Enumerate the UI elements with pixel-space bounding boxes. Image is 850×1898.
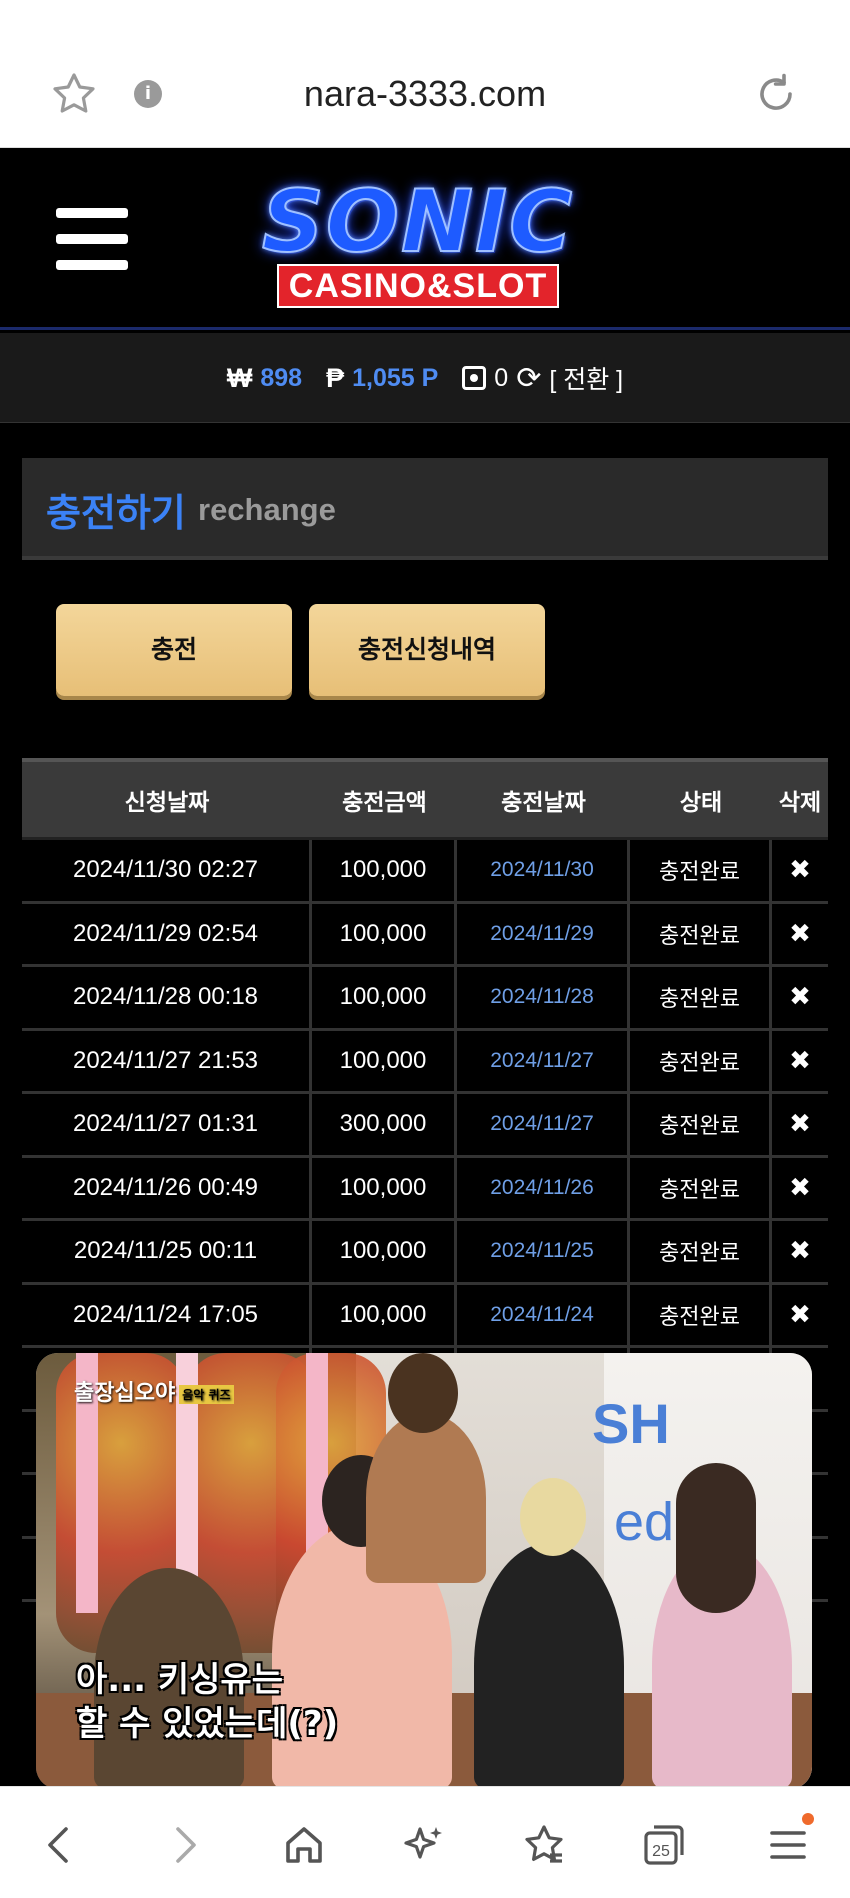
site-logo[interactable]: SONIC CASINO&SLOT [228, 172, 608, 308]
table-header-row: 신청날짜 충전금액 충전날짜 상태 삭제 [22, 762, 828, 840]
background-sign-text: SH [592, 1392, 670, 1455]
charge-button[interactable]: 충전 [56, 604, 292, 696]
charge-date-cell[interactable]: 2024/11/27 [490, 1112, 594, 1136]
notification-dot [802, 1813, 814, 1825]
table-row: 2024/11/29 02:54 100,000 2024/11/29 충전완료 ✖ [22, 903, 828, 967]
request-date-cell: 2024/11/28 00:18 [72, 983, 259, 1011]
status-cell: 충전완료 [659, 860, 740, 886]
charge-date-cell[interactable]: 2024/11/24 [490, 1303, 594, 1327]
request-date-cell: 2024/11/25 00:11 [73, 1237, 258, 1265]
header-delete: 삭제 [778, 789, 822, 816]
delete-icon[interactable]: ✖ [789, 1046, 811, 1076]
balance-bar: ₩ 898 ₱ 1,055 P 0 ⟳ [ 전환 ] [0, 333, 850, 423]
amount-cell: 100,000 [339, 856, 427, 884]
request-date-cell: 2024/11/27 21:53 [72, 1046, 259, 1074]
person [474, 1543, 624, 1789]
delete-icon[interactable]: ✖ [789, 1173, 811, 1203]
won-value: 898 [260, 363, 303, 392]
channel-logo: 출장십오야 음악 퀴즈 [74, 1375, 234, 1407]
header-charge-date: 충전날짜 [501, 789, 586, 816]
svg-text:25: 25 [652, 1843, 670, 1860]
home-icon[interactable] [276, 1817, 332, 1873]
request-date-cell: 2024/11/29 02:54 [72, 919, 259, 947]
table-row: 2024/11/28 00:18 100,000 2024/11/28 충전완료 ✖ [22, 967, 828, 1031]
forward-icon[interactable] [156, 1817, 212, 1873]
won-balance: ₩ 898 [227, 363, 302, 394]
charge-date-cell[interactable]: 2024/11/28 [490, 985, 594, 1009]
background-sign-text: ed [614, 1492, 675, 1552]
won-icon: ₩ [226, 362, 253, 393]
delete-icon[interactable]: ✖ [789, 855, 811, 885]
site-header: SONIC CASINO&SLOT [0, 148, 850, 330]
chip-icon [462, 366, 487, 390]
person [366, 1413, 486, 1583]
delete-icon[interactable]: ✖ [789, 1300, 811, 1330]
amount-cell: 100,000 [339, 1300, 427, 1328]
delete-icon[interactable]: ✖ [789, 982, 811, 1012]
status-cell: 충전완료 [659, 987, 740, 1013]
header-status: 상태 [679, 789, 723, 816]
request-date-cell: 2024/11/24 17:05 [72, 1300, 259, 1328]
table-row: 2024/11/24 17:05 100,000 2024/11/24 충전완료 ✖ [22, 1284, 828, 1348]
amount-cell: 300,000 [339, 1110, 427, 1138]
floating-video-player[interactable]: SH ed 출장십오야 음악 퀴즈 아... 키싱유는 할 수 있었는데(?) [36, 1353, 812, 1789]
status-cell: 충전완료 [659, 923, 740, 949]
table-row: 2024/11/27 01:31 300,000 2024/11/27 충전완료 ✖ [22, 1094, 828, 1158]
page: i nara-3333.com SONIC CASINO&SLOT ₩ 898 … [0, 0, 850, 1898]
video-caption: 아... 키싱유는 할 수 있었는데(?) [76, 1660, 339, 1744]
point-balance: ₱ 1,055 P [326, 363, 438, 394]
channel-tag: 음악 퀴즈 [179, 1384, 234, 1404]
amount-cell: 100,000 [339, 983, 427, 1011]
logo-main-text: SONIC [261, 172, 575, 272]
charge-date-cell[interactable]: 2024/11/25 [490, 1239, 594, 1263]
menu-hamburger-icon[interactable] [56, 208, 128, 270]
browser-address-bar: i nara-3333.com [0, 0, 850, 148]
back-icon[interactable] [32, 1817, 88, 1873]
url-text[interactable]: nara-3333.com [0, 70, 850, 118]
charge-date-cell[interactable]: 2024/11/26 [490, 1176, 594, 1200]
section-subtitle: rechange [198, 492, 336, 527]
tabs-icon[interactable]: 25 [636, 1817, 692, 1873]
chip-value: 0 [494, 363, 509, 392]
browser-bottom-nav: 25 [0, 1786, 850, 1898]
charge-date-cell[interactable]: 2024/11/27 [490, 1049, 594, 1073]
logo-sub-text: CASINO&SLOT [276, 264, 560, 308]
amount-cell: 100,000 [339, 919, 427, 947]
convert-button[interactable]: [ 전환 ] [549, 360, 623, 396]
delete-icon[interactable]: ✖ [789, 1109, 811, 1139]
ai-sparkle-icon[interactable] [396, 1817, 452, 1873]
header-amount: 충전금액 [342, 789, 427, 816]
charge-date-cell[interactable]: 2024/11/29 [490, 922, 594, 946]
header-request-date: 신청날짜 [124, 789, 210, 816]
status-cell: 충전완료 [659, 1177, 740, 1203]
status-cell: 충전완료 [659, 1114, 740, 1140]
status-cell: 충전완료 [659, 1304, 740, 1330]
request-date-cell: 2024/11/27 01:31 [72, 1110, 259, 1138]
reload-icon[interactable] [752, 70, 800, 118]
table-row: 2024/11/25 00:11 100,000 2024/11/25 충전완료 ✖ [22, 1221, 828, 1285]
status-cell: 충전완료 [659, 1050, 740, 1076]
section-title: 충전하기 [46, 491, 186, 535]
amount-cell: 100,000 [339, 1237, 427, 1265]
delete-icon[interactable]: ✖ [789, 919, 811, 949]
table-row: 2024/11/26 00:49 100,000 2024/11/26 충전완료 ✖ [22, 1157, 828, 1221]
refresh-icon[interactable]: ⟳ [516, 361, 541, 396]
amount-cell: 100,000 [339, 1046, 427, 1074]
delete-icon[interactable]: ✖ [789, 1236, 811, 1266]
chip-balance: 0 ⟳ [ 전환 ] [462, 360, 623, 396]
table-row: 2024/11/30 02:27 100,000 2024/11/30 충전완료 ✖ [22, 840, 828, 904]
table-body: 2024/11/30 02:27 100,000 2024/11/30 충전완료 ✖ 20… [22, 840, 828, 1348]
request-date-cell: 2024/11/26 00:49 [72, 1173, 259, 1201]
point-icon: ₱ [326, 362, 345, 393]
charge-date-cell[interactable]: 2024/11/30 [490, 858, 594, 882]
section-heading: 충전하기 rechange [22, 458, 828, 560]
amount-cell: 100,000 [339, 1173, 427, 1201]
menu-icon[interactable] [760, 1813, 816, 1873]
bookmarks-icon[interactable] [516, 1817, 572, 1873]
charge-history-button[interactable]: 충전신청내역 [309, 604, 545, 696]
status-cell: 충전완료 [659, 1241, 740, 1267]
point-value: 1,055 P [352, 363, 439, 392]
table-row: 2024/11/27 21:53 100,000 2024/11/27 충전완료 ✖ [22, 1030, 828, 1094]
request-date-cell: 2024/11/30 02:27 [72, 856, 259, 884]
